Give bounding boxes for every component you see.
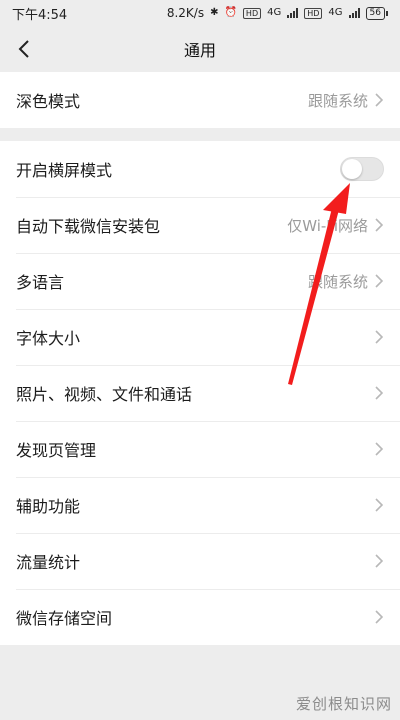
setting-auto-download[interactable]: 自动下载微信安装包 仅Wi-Fi网络 [0,197,400,253]
network-speed: 8.2K/s [166,6,205,20]
signal-icon [287,8,299,18]
chevron-right-icon [374,441,384,457]
setting-storage[interactable]: 微信存储空间 [0,589,400,645]
watermark: 爱创根知识网 [295,695,392,713]
landscape-toggle[interactable] [340,157,384,181]
hd-badge-2: HD [304,7,323,19]
alarm-icon: ⏰ [224,7,237,18]
battery-level: 56 [365,6,385,20]
status-bar: 下午4:54 8.2K/s ✱ ⏰ HD 4G HD 4G 56 [0,0,400,26]
chevron-right-icon [374,329,384,345]
setting-dark-mode[interactable]: 深色模式 跟随系统 [0,72,400,128]
chevron-right-icon [374,497,384,513]
network-type-1: 4G [267,7,282,18]
setting-label: 流量统计 [16,553,81,572]
chevron-right-icon [374,92,384,108]
setting-data-usage[interactable]: 流量统计 [0,533,400,589]
group-display: 深色模式 跟随系统 [0,72,400,128]
setting-label: 多语言 [16,273,65,292]
setting-font-size[interactable]: 字体大小 [0,309,400,365]
back-icon[interactable] [12,37,36,61]
chevron-right-icon [374,273,384,289]
setting-label: 发现页管理 [16,441,97,460]
setting-label: 照片、视频、文件和通话 [16,385,193,404]
setting-value: 仅Wi-Fi网络 [287,216,368,235]
setting-value: 跟随系统 [307,272,368,291]
setting-label: 辅助功能 [16,497,81,516]
page-title: 通用 [183,41,216,60]
setting-label: 微信存储空间 [16,609,113,628]
nav-bar: 通用 [0,26,400,72]
chevron-right-icon [374,217,384,233]
chevron-right-icon [374,609,384,625]
signal-icon-2 [348,8,360,18]
setting-discover[interactable]: 发现页管理 [0,421,400,477]
status-indicators: 8.2K/s ✱ ⏰ HD 4G HD 4G 56 [167,6,388,20]
status-time: 下午4:54 [12,7,68,23]
hd-badge: HD [242,7,262,19]
setting-label: 开启横屏模式 [16,161,113,180]
battery-icon: 56 [365,6,388,20]
setting-media[interactable]: 照片、视频、文件和通话 [0,365,400,421]
network-type-2: 4G [328,7,343,18]
chevron-right-icon [374,553,384,569]
chevron-right-icon [374,385,384,401]
setting-label: 字体大小 [16,329,81,348]
bluetooth-icon: ✱ [210,7,219,18]
setting-language[interactable]: 多语言 跟随系统 [0,253,400,309]
setting-label: 自动下载微信安装包 [16,217,161,236]
setting-label: 深色模式 [16,92,81,111]
setting-value: 跟随系统 [307,91,368,110]
group-general: 开启横屏模式 自动下载微信安装包 仅Wi-Fi网络 多语言 跟随系统 字体大小 … [0,141,400,645]
setting-accessibility[interactable]: 辅助功能 [0,477,400,533]
setting-landscape-mode: 开启横屏模式 [0,141,400,197]
